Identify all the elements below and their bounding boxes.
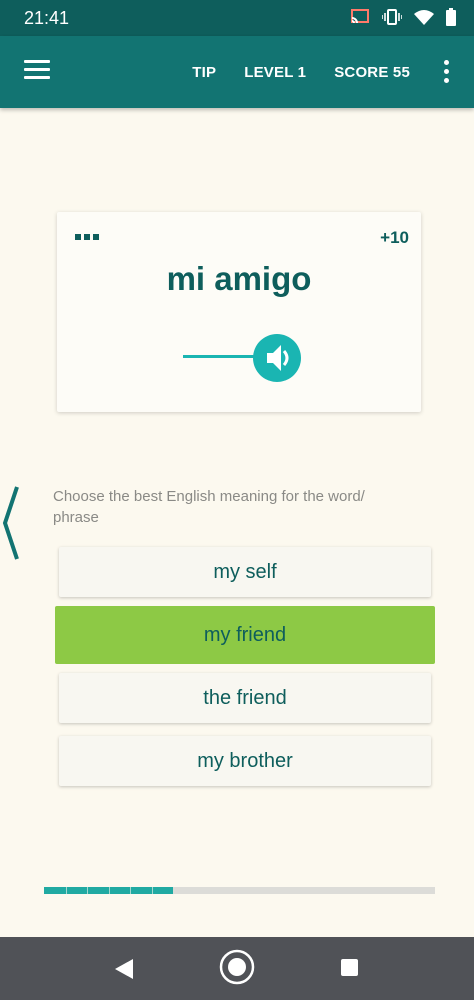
status-bar: 21:41 xyxy=(0,0,474,36)
score-indicator[interactable]: SCORE 55 xyxy=(334,64,410,81)
audio-slider-track xyxy=(183,355,255,358)
answer-option[interactable]: my friend xyxy=(55,606,435,664)
dots-icon xyxy=(75,234,99,240)
status-time: 21:41 xyxy=(24,8,70,28)
word-card: +10 mi amigo xyxy=(57,212,421,412)
answer-option[interactable]: my brother xyxy=(59,736,431,786)
previous-arrow-icon[interactable] xyxy=(2,485,22,561)
status-icons xyxy=(350,8,456,26)
vibrate-icon xyxy=(382,9,402,25)
tip-button[interactable]: TIP xyxy=(192,64,216,81)
instruction-text: Choose the best English meaning for the … xyxy=(53,486,433,528)
progress-segment-divider xyxy=(130,887,131,894)
overflow-menu-icon[interactable] xyxy=(444,60,450,84)
answer-option-label: my self xyxy=(213,560,277,583)
app-bar: TIP LEVEL 1 SCORE 55 xyxy=(0,36,474,108)
progress-segment-divider xyxy=(152,887,153,894)
answer-option-label: the friend xyxy=(203,686,287,709)
progress-segment-divider xyxy=(87,887,88,894)
speaker-icon xyxy=(267,345,289,371)
points-badge: +10 xyxy=(380,228,409,247)
system-nav-bar xyxy=(0,937,474,1000)
progress-segment-divider xyxy=(109,887,110,894)
speaker-button[interactable] xyxy=(253,334,301,382)
wifi-icon xyxy=(414,10,434,25)
nav-recents-icon[interactable] xyxy=(341,959,358,976)
quiz-progress-bar xyxy=(44,887,435,894)
word-text: mi amigo xyxy=(166,260,312,297)
nav-back-icon[interactable] xyxy=(114,958,134,980)
battery-icon xyxy=(446,8,456,26)
instruction-label: Choose the best English meaning for the … xyxy=(53,488,365,526)
answer-option-label: my friend xyxy=(203,623,287,646)
level-indicator[interactable]: LEVEL 1 xyxy=(244,64,306,81)
progress-segment-divider xyxy=(66,887,67,894)
answer-option-label: my brother xyxy=(197,749,293,772)
answer-option[interactable]: the friend xyxy=(59,673,431,723)
app-bar-actions: TIP LEVEL 1 SCORE 55 xyxy=(192,36,410,108)
menu-icon[interactable] xyxy=(24,60,50,80)
answer-option[interactable]: my self xyxy=(59,547,431,597)
nav-home-icon[interactable] xyxy=(219,949,255,985)
cast-icon xyxy=(351,9,369,24)
